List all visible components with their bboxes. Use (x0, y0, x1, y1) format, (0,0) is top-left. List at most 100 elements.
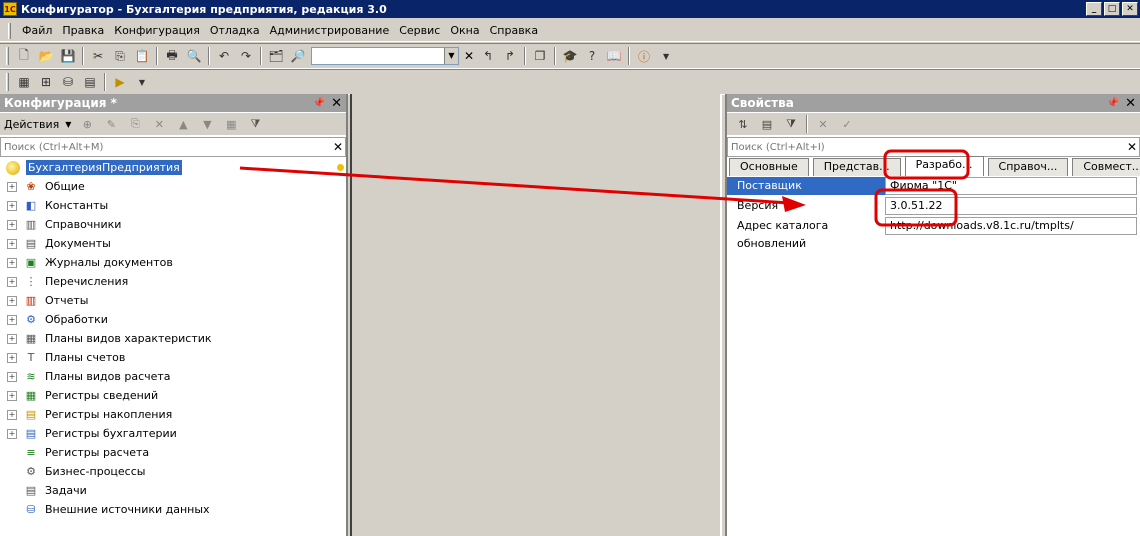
help-search-icon[interactable]: ? (584, 48, 600, 64)
tree-root[interactable]: БухгалтерияПредприятия (0, 158, 346, 177)
cancel-icon[interactable]: ✕ (815, 116, 831, 132)
compare-icon[interactable]: ⊞ (38, 74, 54, 90)
debug-dropdown-icon[interactable]: ▼ (134, 74, 150, 90)
actions-dropdown-icon[interactable]: ▼ (65, 120, 71, 129)
edit-icon[interactable]: ✎ (103, 116, 119, 132)
expand-icon[interactable]: + (7, 390, 17, 401)
paste-icon[interactable]: 📋 (134, 48, 150, 64)
open-folder-icon[interactable]: 📂 (38, 48, 54, 64)
expand-icon[interactable]: + (7, 276, 17, 287)
properties-tab[interactable]: Разрабо... (904, 156, 984, 176)
close-button[interactable]: ✕ (1122, 2, 1138, 16)
tree-item[interactable]: ≡ Регистры расчета (0, 443, 346, 462)
clear-search-icon[interactable]: ✕ (464, 49, 474, 63)
menu-windows[interactable]: Окна (445, 24, 484, 37)
delete-icon[interactable]: ✕ (151, 116, 167, 132)
menu-help[interactable]: Справка (485, 24, 543, 37)
minimize-button[interactable]: _ (1086, 2, 1102, 16)
property-value-field[interactable]: http://downloads.v8.1c.ru/tmplts/ (885, 217, 1137, 235)
apply-icon[interactable]: ✓ (839, 116, 855, 132)
sort-alphabetical-icon[interactable]: ⇅ (735, 116, 751, 132)
chevron-down-icon[interactable]: ▼ (444, 48, 458, 64)
expand-icon[interactable]: + (7, 314, 17, 325)
toolbar-dropdown-icon[interactable]: ▼ (658, 48, 674, 64)
property-filter-icon[interactable]: ⧩ (783, 116, 799, 132)
close-icon[interactable]: ✕ (1125, 96, 1136, 111)
tree-item[interactable]: + ⚙ Обработки (0, 310, 346, 329)
window-list-icon[interactable]: ▤ (82, 74, 98, 90)
tree-item[interactable]: + ❀ Общие (0, 177, 346, 196)
expand-icon[interactable]: + (7, 257, 17, 268)
close-icon[interactable]: ✕ (331, 96, 342, 111)
tree-item[interactable]: + T Планы счетов (0, 348, 346, 367)
menu-debug[interactable]: Отладка (205, 24, 265, 37)
properties-tab[interactable]: Совмест... (1072, 158, 1140, 176)
tree-item[interactable]: + ▥ Справочники (0, 215, 346, 234)
move-up-icon[interactable]: ▲ (175, 116, 191, 132)
find-icon[interactable]: 🔎 (290, 48, 306, 64)
tree-item[interactable]: + ▤ Регистры накопления (0, 405, 346, 424)
property-row[interactable]: Адрес каталога обновлений http://download… (727, 216, 1140, 250)
expand-icon[interactable]: + (7, 371, 17, 382)
properties-search[interactable]: ✕ (727, 137, 1140, 157)
tree-item[interactable]: ⚙ Бизнес-процессы (0, 462, 346, 481)
expand-icon[interactable]: + (7, 428, 17, 439)
filter-icon[interactable]: ⧩ (247, 116, 263, 132)
tree-item[interactable]: + ▦ Планы видов характеристик (0, 329, 346, 348)
pin-icon[interactable]: 📌 (1107, 98, 1119, 109)
syntax-helper-icon[interactable]: 🎓 (562, 48, 578, 64)
expand-icon[interactable]: + (7, 181, 17, 192)
tree-item[interactable]: ⛁ Внешние источники данных (0, 500, 346, 519)
help-contents-icon[interactable]: 📖 (606, 48, 622, 64)
add-icon[interactable]: ⊕ (79, 116, 95, 132)
maximize-button[interactable]: □ (1104, 2, 1120, 16)
find-in-files-icon[interactable]: 🗂 (268, 48, 284, 64)
configuration-search[interactable]: ✕ (0, 137, 346, 157)
tree-item[interactable]: + ▥ Отчеты (0, 291, 346, 310)
actions-menu[interactable]: Действия (4, 118, 59, 131)
menu-administration[interactable]: Администрирование (265, 24, 395, 37)
save-icon[interactable]: 💾 (60, 48, 76, 64)
expand-icon[interactable]: + (7, 200, 17, 211)
expand-icon[interactable]: + (7, 333, 17, 344)
pin-icon[interactable]: 📌 (313, 98, 325, 109)
redo-icon[interactable]: ↷ (238, 48, 254, 64)
expand-icon[interactable]: + (7, 238, 17, 249)
tree-item[interactable]: + ≋ Планы видов расчета (0, 367, 346, 386)
tree-item[interactable]: ▤ Задачи (0, 481, 346, 500)
search-combo[interactable]: ▼ (311, 47, 459, 65)
tree-item[interactable]: + ▤ Регистры бухгалтерии (0, 424, 346, 443)
info-icon[interactable]: ⓘ (636, 48, 652, 64)
cut-icon[interactable]: ✂ (90, 48, 106, 64)
start-debug-icon[interactable]: ▶ (112, 74, 128, 90)
menu-file[interactable]: Файл (17, 24, 57, 37)
expand-icon[interactable]: + (7, 295, 17, 306)
print-icon[interactable]: 🖶 (164, 48, 180, 64)
new-document-icon[interactable]: 🗋 (16, 48, 32, 64)
expand-icon[interactable]: + (7, 219, 17, 230)
tree-item[interactable]: + ⋮ Перечисления (0, 272, 346, 291)
find-previous-icon[interactable]: ↰ (480, 48, 496, 64)
properties-tab[interactable]: Справоч... (987, 158, 1069, 176)
config-tree-icon[interactable]: ▦ (16, 74, 32, 90)
clear-search-icon[interactable]: ✕ (331, 140, 345, 154)
database-icon[interactable]: ⛁ (60, 74, 76, 90)
property-row[interactable]: Поставщик Фирма "1С" (727, 176, 1140, 196)
property-row[interactable]: Версия 3.0.51.22 (727, 196, 1140, 216)
sort-icon[interactable]: ▦ (223, 116, 239, 132)
menu-service[interactable]: Сервис (394, 24, 445, 37)
move-down-icon[interactable]: ▼ (199, 116, 215, 132)
categorized-icon[interactable]: ▤ (759, 116, 775, 132)
copy-icon[interactable]: ⎘ (112, 48, 128, 64)
find-next-icon[interactable]: ↱ (502, 48, 518, 64)
tree-item[interactable]: + ▤ Документы (0, 234, 346, 253)
expand-icon[interactable]: + (7, 352, 17, 363)
copy-icon[interactable]: ⎘ (127, 116, 143, 132)
properties-tab[interactable]: Представ... (812, 158, 901, 176)
tree-item[interactable]: + ▦ Регистры сведений (0, 386, 346, 405)
clear-search-icon[interactable]: ✕ (1125, 140, 1139, 154)
menu-edit[interactable]: Правка (57, 24, 109, 37)
tree-item[interactable]: + ▣ Журналы документов (0, 253, 346, 272)
property-value-field[interactable]: Фирма "1С" (885, 177, 1137, 195)
windows-icon[interactable]: ❐ (532, 48, 548, 64)
